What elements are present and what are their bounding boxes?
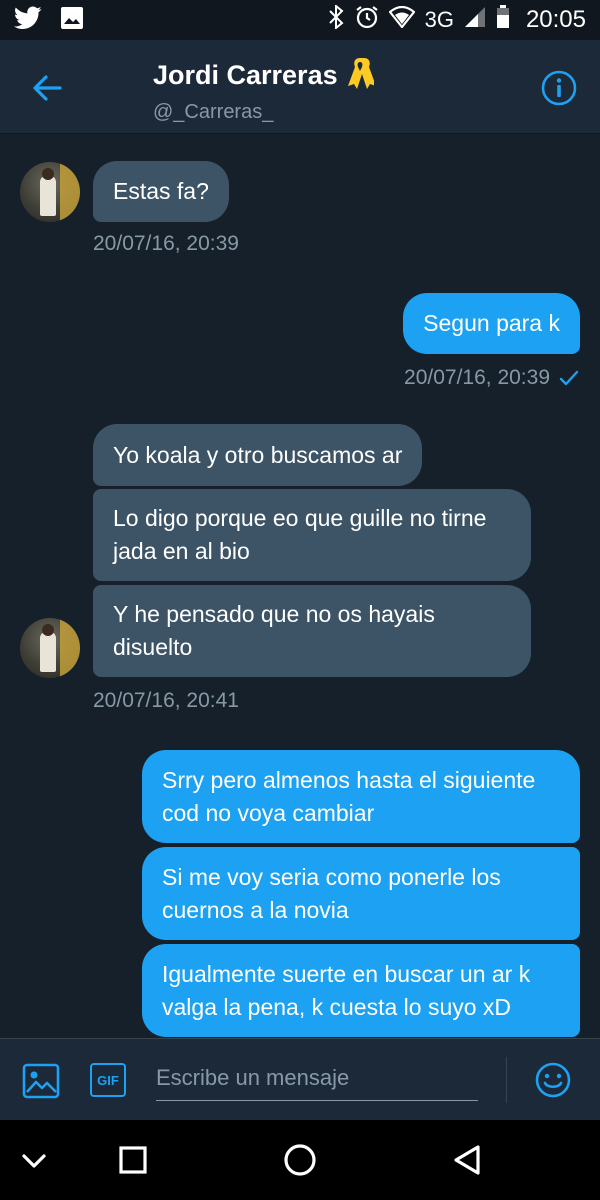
message-timestamp: 20/07/16, 20:39 xyxy=(93,232,239,255)
emoji-button[interactable] xyxy=(534,1061,572,1104)
message-text: Estas fa? xyxy=(113,178,209,204)
back-button[interactable] xyxy=(28,68,68,108)
message-bubble-incoming[interactable]: Estas fa? xyxy=(93,161,229,222)
contact-name: Jordi Carreras xyxy=(153,60,338,90)
sent-check-icon xyxy=(558,367,580,389)
message-bubble-outgoing[interactable]: Srry pero almenos hasta el siguiente cod… xyxy=(142,750,580,843)
system-nav-bar xyxy=(0,1120,600,1200)
message-bubble-outgoing[interactable]: Si me voy seria como ponerle los cuernos… xyxy=(142,847,580,940)
battery-icon xyxy=(496,5,510,35)
bluetooth-icon xyxy=(327,3,345,35)
clock: 20:05 xyxy=(525,6,586,33)
ribbon-emoji xyxy=(346,56,376,95)
gif-button[interactable]: GIF xyxy=(90,1063,126,1097)
info-icon xyxy=(540,70,578,111)
message-bubble-outgoing[interactable]: Igualmente suerte en buscar un ar k valg… xyxy=(142,944,580,1037)
message-bubble-incoming[interactable]: Lo digo porque eo que guille no tirne ja… xyxy=(93,489,531,581)
conversation-header: Jordi Carreras @_Carreras_ xyxy=(0,40,600,134)
gif-label: GIF xyxy=(97,1072,119,1088)
photo-icon xyxy=(22,1063,60,1103)
back-arrow-icon xyxy=(28,75,68,112)
message-text: Yo koala y otro buscamos ar xyxy=(113,441,403,468)
network-type: 3G xyxy=(424,7,454,32)
message-list[interactable]: Estas fa? 20/07/16, 20:39 Segun para k 2… xyxy=(0,134,600,1038)
message-bubble-outgoing[interactable]: Segun para k xyxy=(403,293,580,354)
emoji-icon xyxy=(534,1062,572,1103)
status-bar: 3G 20:05 xyxy=(0,0,600,40)
message-text: Srry pero almenos hasta el siguiente cod… xyxy=(162,766,536,826)
recents-button[interactable] xyxy=(113,1140,153,1180)
gif-icon: GIF xyxy=(90,1063,126,1097)
home-icon xyxy=(280,1144,320,1184)
avatar[interactable] xyxy=(20,618,80,678)
message-input[interactable] xyxy=(156,1055,478,1101)
contact-handle: @_Carreras_ xyxy=(153,101,274,123)
recents-icon xyxy=(113,1146,153,1184)
message-composer: GIF xyxy=(0,1038,600,1120)
back-icon xyxy=(448,1145,488,1184)
message-bubble-incoming[interactable]: Y he pensado que no os hayais disuelto xyxy=(93,585,531,677)
divider xyxy=(506,1057,507,1103)
signal-icon xyxy=(464,6,486,34)
image-icon xyxy=(60,6,84,35)
message-text: Segun para k xyxy=(423,310,560,336)
message-timestamp: 20/07/16, 20:39 xyxy=(404,366,550,389)
collapse-button[interactable] xyxy=(14,1140,54,1180)
message-text: Igualmente suerte en buscar un ar k valg… xyxy=(162,960,531,1020)
contact-info[interactable]: Jordi Carreras @_Carreras_ xyxy=(153,56,376,124)
message-bubble-incoming[interactable]: Yo koala y otro buscamos ar xyxy=(93,424,423,486)
alarm-icon xyxy=(355,5,379,35)
avatar[interactable] xyxy=(20,162,80,222)
back-nav-button[interactable] xyxy=(448,1140,488,1180)
info-button[interactable] xyxy=(540,69,578,107)
photo-button[interactable] xyxy=(22,1063,60,1104)
collapse-icon xyxy=(14,1154,54,1184)
message-text: Lo digo porque eo que guille no tirne ja… xyxy=(113,505,487,564)
message-timestamp: 20/07/16, 20:41 xyxy=(93,689,239,712)
twitter-icon xyxy=(13,5,42,35)
message-text: Si me voy seria como ponerle los cuernos… xyxy=(162,863,501,923)
message-text: Y he pensado que no os hayais disuelto xyxy=(113,601,435,660)
wifi-icon xyxy=(388,5,416,34)
home-button[interactable] xyxy=(280,1140,320,1180)
